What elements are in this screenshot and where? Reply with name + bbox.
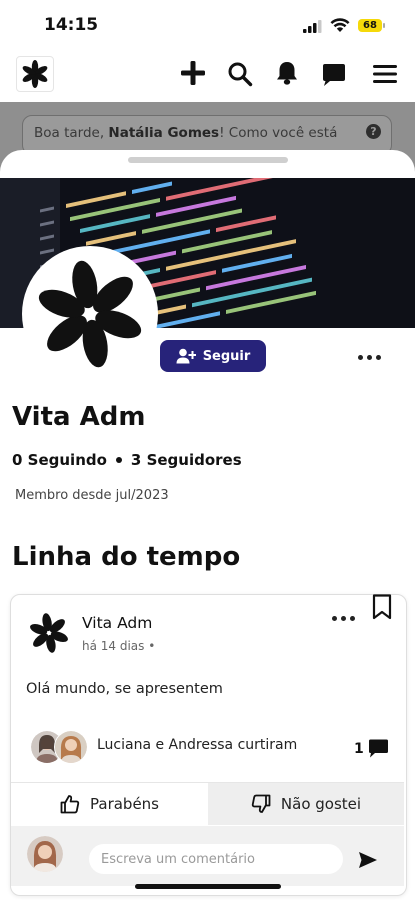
- signal-icon: [303, 20, 322, 33]
- stats-separator: [115, 457, 122, 463]
- profile-more-options-icon[interactable]: [356, 347, 384, 367]
- following-count[interactable]: 0 Seguindo: [12, 451, 107, 469]
- post-timestamp: há 14 dias •: [82, 639, 156, 653]
- post-text: Olá mundo, se apresentem: [26, 681, 223, 697]
- app-logo[interactable]: [16, 56, 54, 92]
- post-more-options-icon[interactable]: [330, 608, 358, 628]
- member-since: Membro desde jul/2023: [15, 488, 169, 503]
- battery-indicator: 68: [358, 19, 382, 32]
- follow-stats: 0 Seguindo 3 Seguidores: [12, 451, 242, 469]
- app-header: [0, 44, 415, 102]
- thumbs-down-icon: [251, 794, 271, 813]
- user-avatar-icon: [27, 836, 63, 872]
- logo-leaf-icon: [22, 60, 48, 88]
- likes-summary[interactable]: Luciana e Andressa curtiram: [97, 737, 297, 753]
- profile-name: Vita Adm: [12, 402, 146, 432]
- help-icon[interactable]: ?: [366, 124, 381, 139]
- search-icon[interactable]: [227, 61, 253, 87]
- post-author-avatar: [30, 613, 68, 653]
- profile-avatar: [22, 246, 158, 382]
- greeting-text: Boa tarde, Natália Gomes! Como você está: [34, 125, 338, 141]
- plus-icon[interactable]: [180, 60, 206, 86]
- dislike-button[interactable]: Não gostei: [208, 783, 404, 825]
- logo-leaf-icon: [38, 260, 142, 368]
- post-author-name[interactable]: Vita Adm: [82, 614, 152, 632]
- timeline-title: Linha do tempo: [12, 542, 241, 572]
- bookmark-icon[interactable]: [372, 594, 392, 620]
- battery-tip: [383, 23, 385, 28]
- greeting-user-name: Natália Gomes: [108, 125, 220, 141]
- chat-icon[interactable]: [321, 63, 347, 87]
- like-button[interactable]: Parabéns: [11, 783, 208, 825]
- sheet-grabber[interactable]: [128, 157, 288, 163]
- send-icon[interactable]: [358, 851, 378, 869]
- followers-count[interactable]: 3 Seguidores: [131, 451, 242, 469]
- add-user-icon: [176, 348, 196, 364]
- liker-avatar-icon: [54, 730, 88, 764]
- status-time: 14:15: [44, 15, 99, 35]
- thumbs-up-icon: [60, 795, 80, 814]
- follow-button-label: Seguir: [202, 348, 251, 364]
- current-user-avatar: [27, 836, 63, 872]
- follow-button[interactable]: Seguir: [160, 340, 266, 372]
- comment-icon[interactable]: [368, 739, 389, 758]
- comment-input[interactable]: [89, 844, 343, 874]
- liker-avatars[interactable]: [30, 730, 90, 764]
- like-button-label: Parabéns: [90, 795, 159, 813]
- wifi-icon: [330, 18, 350, 32]
- comment-count: 1: [354, 741, 364, 757]
- bell-icon[interactable]: [275, 60, 299, 86]
- menu-icon[interactable]: [372, 64, 398, 84]
- home-indicator: [135, 884, 281, 889]
- dislike-button-label: Não gostei: [280, 795, 362, 813]
